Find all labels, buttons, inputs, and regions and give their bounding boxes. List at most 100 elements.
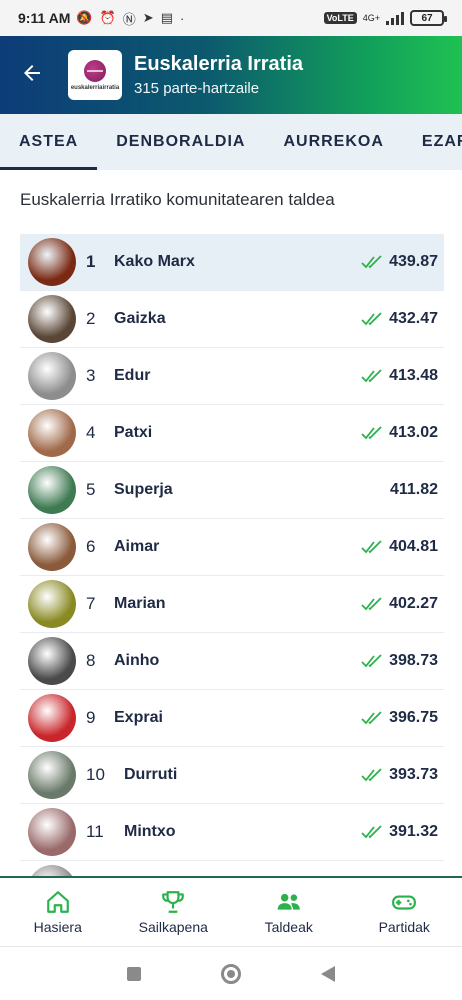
rank-number: 6 <box>86 537 96 556</box>
ranking-row[interactable]: 8 Ainho 398.73 <box>20 633 444 690</box>
globe-logo-icon <box>84 59 106 82</box>
ranking-row[interactable]: 11 Mintxo 391.32 <box>20 804 444 861</box>
rank-number: 3 <box>86 366 96 385</box>
score-value: 413.48 <box>389 367 438 384</box>
ranking-row[interactable]: 9 Exprai 396.75 <box>20 690 444 747</box>
score: 396.75 <box>361 709 438 727</box>
score-value: 398.73 <box>389 652 438 669</box>
ranking-row[interactable]: 10 Durruti 393.73 <box>20 747 444 804</box>
ranking-list: 1 Kako Marx 439.87 2 Gaizka 432.47 3 Edur 413.48… <box>20 234 444 876</box>
score: 413.02 <box>361 424 438 442</box>
score: 411.82 <box>390 481 438 499</box>
back-arrow-icon[interactable] <box>20 61 50 90</box>
ranking-row[interactable]: 4 Patxi 413.02 <box>20 405 444 462</box>
score: 402.27 <box>361 595 438 613</box>
score-value: 393.73 <box>389 766 438 783</box>
calendar-icon: ▤ <box>160 10 173 25</box>
status-bar: 9:11 AM 🔕 ⏰ Ⓝ ➤ ▤ · VoLTE 4G+ 67 <box>0 0 462 36</box>
ranking-row[interactable]: 5 Superja 411.82 <box>20 462 444 519</box>
avatar <box>28 295 76 343</box>
score: 432.47 <box>361 310 438 328</box>
battery-level: 67 <box>421 12 433 24</box>
tab-ezarpenak[interactable]: EZARPE <box>403 114 462 170</box>
rank-number: 5 <box>86 480 96 499</box>
avatar <box>28 352 76 400</box>
telegram-icon: ➤ <box>142 10 154 25</box>
rank-number: 8 <box>86 651 96 670</box>
tab-astea[interactable]: ASTEA <box>0 114 98 170</box>
system-nav-bar <box>0 946 462 1000</box>
rank-number: 4 <box>86 423 96 442</box>
nav-label: Hasiera <box>33 919 82 935</box>
avatar <box>28 694 76 742</box>
nav-hasiera[interactable]: Hasiera <box>0 878 116 946</box>
rank-number: 11 <box>86 822 104 841</box>
trophy-icon <box>162 891 185 913</box>
ranking-row[interactable]: 6 Aimar 404.81 <box>20 519 444 576</box>
ranking-row[interactable]: 7 Marian 402.27 <box>20 576 444 633</box>
group-icon <box>277 893 300 910</box>
bell-muted-icon: 🔕 <box>76 10 93 25</box>
bottom-navigation: Hasiera Sailkapena Taldeak Partidak <box>0 876 462 946</box>
ranking-row[interactable]: 2 Gaizka 432.47 <box>20 291 444 348</box>
alarm-icon: ⏰ <box>99 10 116 25</box>
rank-number: 1 <box>86 252 96 271</box>
status-notification-icons: 🔕 ⏰ Ⓝ ➤ ▤ · <box>76 9 184 28</box>
back-button-icon[interactable] <box>321 965 335 982</box>
ranking-row[interactable]: 3 Edur 413.48 <box>20 348 444 405</box>
double-check-icon <box>361 426 382 440</box>
player-name: Exprai <box>114 709 163 726</box>
score: 413.48 <box>361 367 438 385</box>
group-title: Euskalerria Irratia <box>134 53 303 75</box>
score-value: 439.87 <box>389 253 438 270</box>
player-name: Kako Marx <box>114 253 195 270</box>
player-name: Marian <box>114 595 166 612</box>
nav-sailkapena[interactable]: Sailkapena <box>116 878 232 946</box>
avatar <box>28 865 76 876</box>
score: 393.73 <box>361 766 438 784</box>
home-button-icon[interactable] <box>221 963 241 984</box>
signal-icon <box>386 11 404 25</box>
network-gen-label: 4G+ <box>362 13 380 23</box>
home-icon <box>46 891 69 913</box>
status-time: 9:11 AM <box>18 10 71 26</box>
tab-bar: ASTEA DENBORALDIA AURREKOA EZARPE <box>0 114 462 170</box>
rank-number: 9 <box>86 708 96 727</box>
rank-number: 7 <box>86 594 96 613</box>
avatar <box>28 751 76 799</box>
battery-icon: 67 <box>410 10 447 26</box>
player-name: Superja <box>114 481 173 498</box>
double-check-icon <box>361 768 382 782</box>
logo-text: euskalerriairratia <box>70 84 120 91</box>
nav-partidak[interactable]: Partidak <box>347 878 462 946</box>
avatar <box>28 523 76 571</box>
avatar <box>28 466 76 514</box>
rank-number: 10 <box>86 765 105 784</box>
tab-aurrekoa[interactable]: AURREKOA <box>264 114 402 170</box>
avatar <box>28 637 76 685</box>
double-check-icon <box>361 255 382 269</box>
gamepad-icon <box>392 895 417 910</box>
nav-label: Partidak <box>378 919 430 935</box>
double-check-icon <box>361 540 382 554</box>
rank-number: 2 <box>86 309 96 328</box>
score-value: 396.75 <box>389 709 438 726</box>
player-name: Aimar <box>114 538 160 555</box>
avatar <box>28 808 76 856</box>
app-header: euskalerriairratia Euskalerria Irratia 3… <box>0 36 462 114</box>
score-value: 411.82 <box>389 481 438 498</box>
score: 404.81 <box>361 538 438 556</box>
group-logo[interactable]: euskalerriairratia <box>68 50 122 100</box>
nav-taldeak[interactable]: Taldeak <box>231 878 347 946</box>
score: 391.32 <box>361 823 438 841</box>
double-check-icon <box>361 369 382 383</box>
tab-denboraldia[interactable]: DENBORALDIA <box>97 114 264 170</box>
player-name: Edur <box>114 367 151 384</box>
ranking-row[interactable]: 1 Kako Marx 439.87 <box>20 234 444 291</box>
score-value: 404.81 <box>389 538 438 555</box>
score-value: 432.47 <box>389 310 438 327</box>
avatar <box>28 238 76 286</box>
recent-apps-icon[interactable] <box>127 966 141 981</box>
volte-icon: VoLTE <box>323 12 357 24</box>
ranking-row[interactable] <box>20 861 444 876</box>
